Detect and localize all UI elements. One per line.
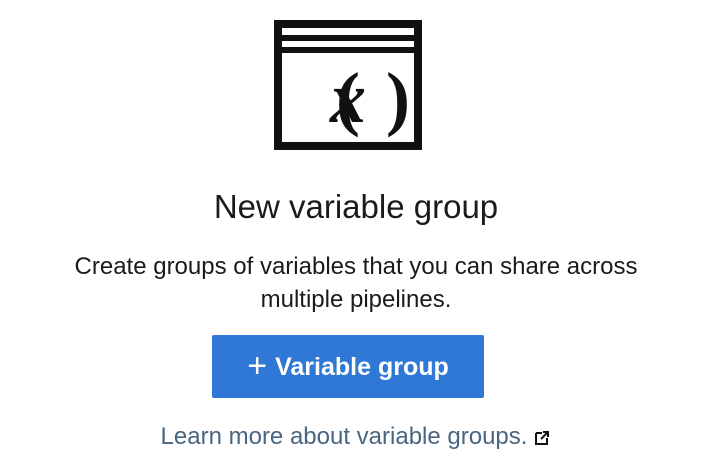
plus-icon: + xyxy=(247,346,268,385)
learn-more-link[interactable]: Learn more about variable groups. xyxy=(0,421,712,453)
add-variable-group-button[interactable]: + Variable group xyxy=(212,335,484,398)
learn-more-link-content: Learn more about variable groups. xyxy=(161,421,552,453)
svg-text:x: x xyxy=(329,58,366,138)
external-link-icon xyxy=(533,427,551,447)
variable-window-icon: ( x ) xyxy=(272,18,424,152)
empty-state: ( x ) New variable group Create groups o… xyxy=(0,0,712,472)
empty-state-description: Create groups of variables that you can … xyxy=(74,253,638,313)
svg-text:): ) xyxy=(386,58,410,138)
learn-more-text: Learn more about variable groups. xyxy=(160,423,528,450)
add-variable-group-label: Variable group xyxy=(275,352,449,381)
empty-state-title: New variable group xyxy=(213,188,499,225)
